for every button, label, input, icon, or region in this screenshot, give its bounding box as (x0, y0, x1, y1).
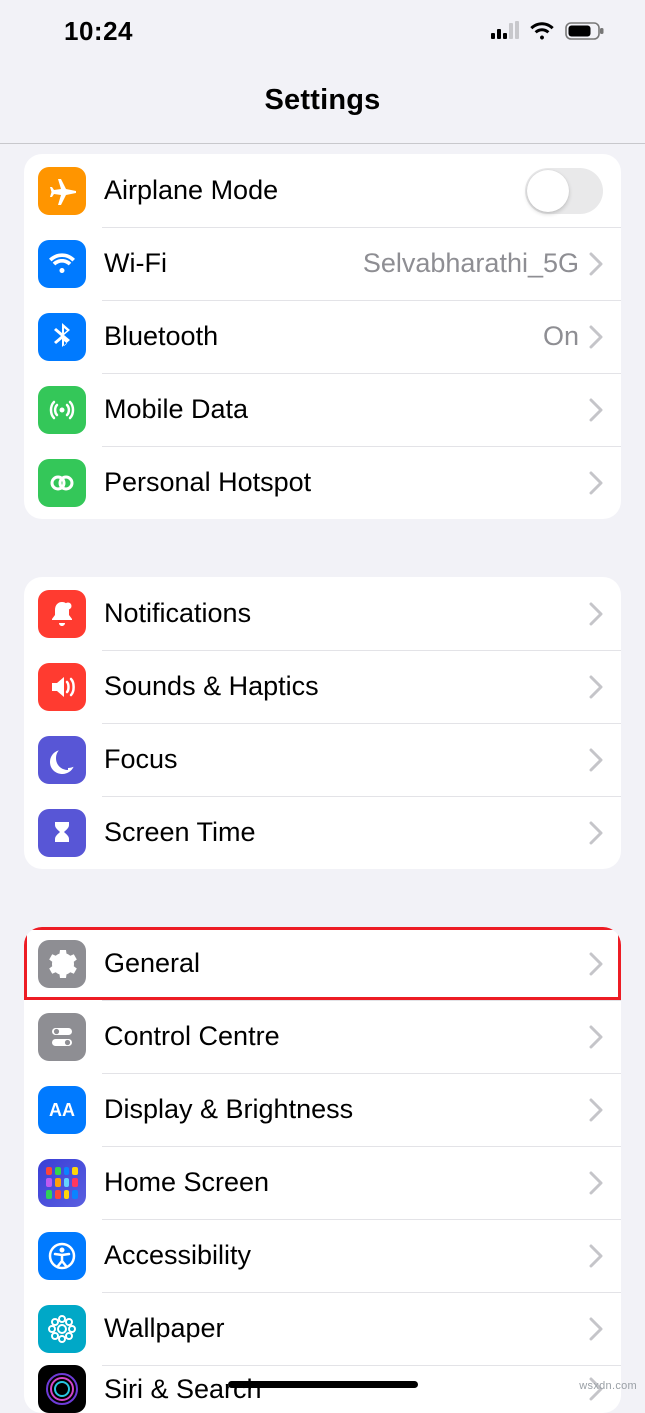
airplane-toggle[interactable] (525, 168, 603, 214)
settings-group-device: General Control Centre AA Display & Brig… (24, 927, 621, 1413)
hotspot-icon (38, 459, 86, 507)
row-label: Wi-Fi (104, 248, 363, 279)
row-wifi[interactable]: Wi-Fi Selvabharathi_5G (24, 227, 621, 300)
speaker-icon (38, 663, 86, 711)
row-general[interactable]: General (24, 927, 621, 1000)
row-home-screen[interactable]: Home Screen (24, 1146, 621, 1219)
svg-text:AA: AA (49, 1100, 75, 1120)
row-label: Home Screen (104, 1167, 589, 1198)
status-bar: 10:24 (0, 0, 645, 62)
chevron-right-icon (589, 602, 603, 626)
siri-icon (38, 1365, 86, 1413)
row-control-centre[interactable]: Control Centre (24, 1000, 621, 1073)
row-notifications[interactable]: Notifications (24, 577, 621, 650)
status-indicators (491, 21, 605, 41)
chevron-right-icon (589, 675, 603, 699)
row-label: Display & Brightness (104, 1094, 589, 1125)
chevron-right-icon (589, 471, 603, 495)
aa-icon: AA (38, 1086, 86, 1134)
antenna-icon (38, 386, 86, 434)
settings-group-connectivity: Airplane Mode Wi-Fi Selvabharathi_5G Blu… (24, 154, 621, 519)
chevron-right-icon (589, 1025, 603, 1049)
row-focus[interactable]: Focus (24, 723, 621, 796)
row-wallpaper[interactable]: Wallpaper (24, 1292, 621, 1365)
row-label: Airplane Mode (104, 175, 525, 206)
airplane-icon (38, 167, 86, 215)
watermark: wsxdn.com (579, 1380, 637, 1392)
gear-icon (38, 940, 86, 988)
chevron-right-icon (589, 952, 603, 976)
row-airplane-mode[interactable]: Airplane Mode (24, 154, 621, 227)
battery-icon (565, 21, 605, 41)
wifi-value: Selvabharathi_5G (363, 248, 579, 279)
wifi-icon (38, 240, 86, 288)
row-accessibility[interactable]: Accessibility (24, 1219, 621, 1292)
row-label: Siri & Search (104, 1374, 589, 1405)
chevron-right-icon (589, 1317, 603, 1341)
row-bluetooth[interactable]: Bluetooth On (24, 300, 621, 373)
row-label: General (104, 948, 589, 979)
moon-icon (38, 736, 86, 784)
chevron-right-icon (589, 398, 603, 422)
home-grid-icon (38, 1159, 86, 1207)
dual-sim-icon (491, 21, 519, 41)
accessibility-icon (38, 1232, 86, 1280)
chevron-right-icon (589, 821, 603, 845)
bell-icon (38, 590, 86, 638)
row-label: Mobile Data (104, 394, 589, 425)
row-personal-hotspot[interactable]: Personal Hotspot (24, 446, 621, 519)
row-screen-time[interactable]: Screen Time (24, 796, 621, 869)
chevron-right-icon (589, 1098, 603, 1122)
chevron-right-icon (589, 252, 603, 276)
row-label: Wallpaper (104, 1313, 589, 1344)
bluetooth-value: On (543, 321, 579, 352)
row-sounds-haptics[interactable]: Sounds & Haptics (24, 650, 621, 723)
chevron-right-icon (589, 1244, 603, 1268)
row-mobile-data[interactable]: Mobile Data (24, 373, 621, 446)
home-indicator[interactable] (228, 1381, 418, 1388)
row-label: Personal Hotspot (104, 467, 589, 498)
title-separator (0, 143, 645, 144)
switches-icon (38, 1013, 86, 1061)
row-label: Screen Time (104, 817, 589, 848)
page-title: Settings (265, 84, 381, 116)
chevron-right-icon (589, 1171, 603, 1195)
row-label: Control Centre (104, 1021, 589, 1052)
row-display-brightness[interactable]: AA Display & Brightness (24, 1073, 621, 1146)
chevron-right-icon (589, 748, 603, 772)
page-title-wrap: Settings (0, 62, 645, 143)
row-siri-search[interactable]: Siri & Search (24, 1365, 621, 1413)
row-label: Sounds & Haptics (104, 671, 589, 702)
row-label: Notifications (104, 598, 589, 629)
row-label: Focus (104, 744, 589, 775)
wifi-status-icon (529, 21, 555, 41)
chevron-right-icon (589, 325, 603, 349)
settings-group-alerts: Notifications Sounds & Haptics Focus Scr… (24, 577, 621, 869)
wallpaper-icon (38, 1305, 86, 1353)
row-label: Accessibility (104, 1240, 589, 1271)
bluetooth-icon (38, 313, 86, 361)
hourglass-icon (38, 809, 86, 857)
status-time: 10:24 (64, 16, 133, 47)
row-label: Bluetooth (104, 321, 543, 352)
